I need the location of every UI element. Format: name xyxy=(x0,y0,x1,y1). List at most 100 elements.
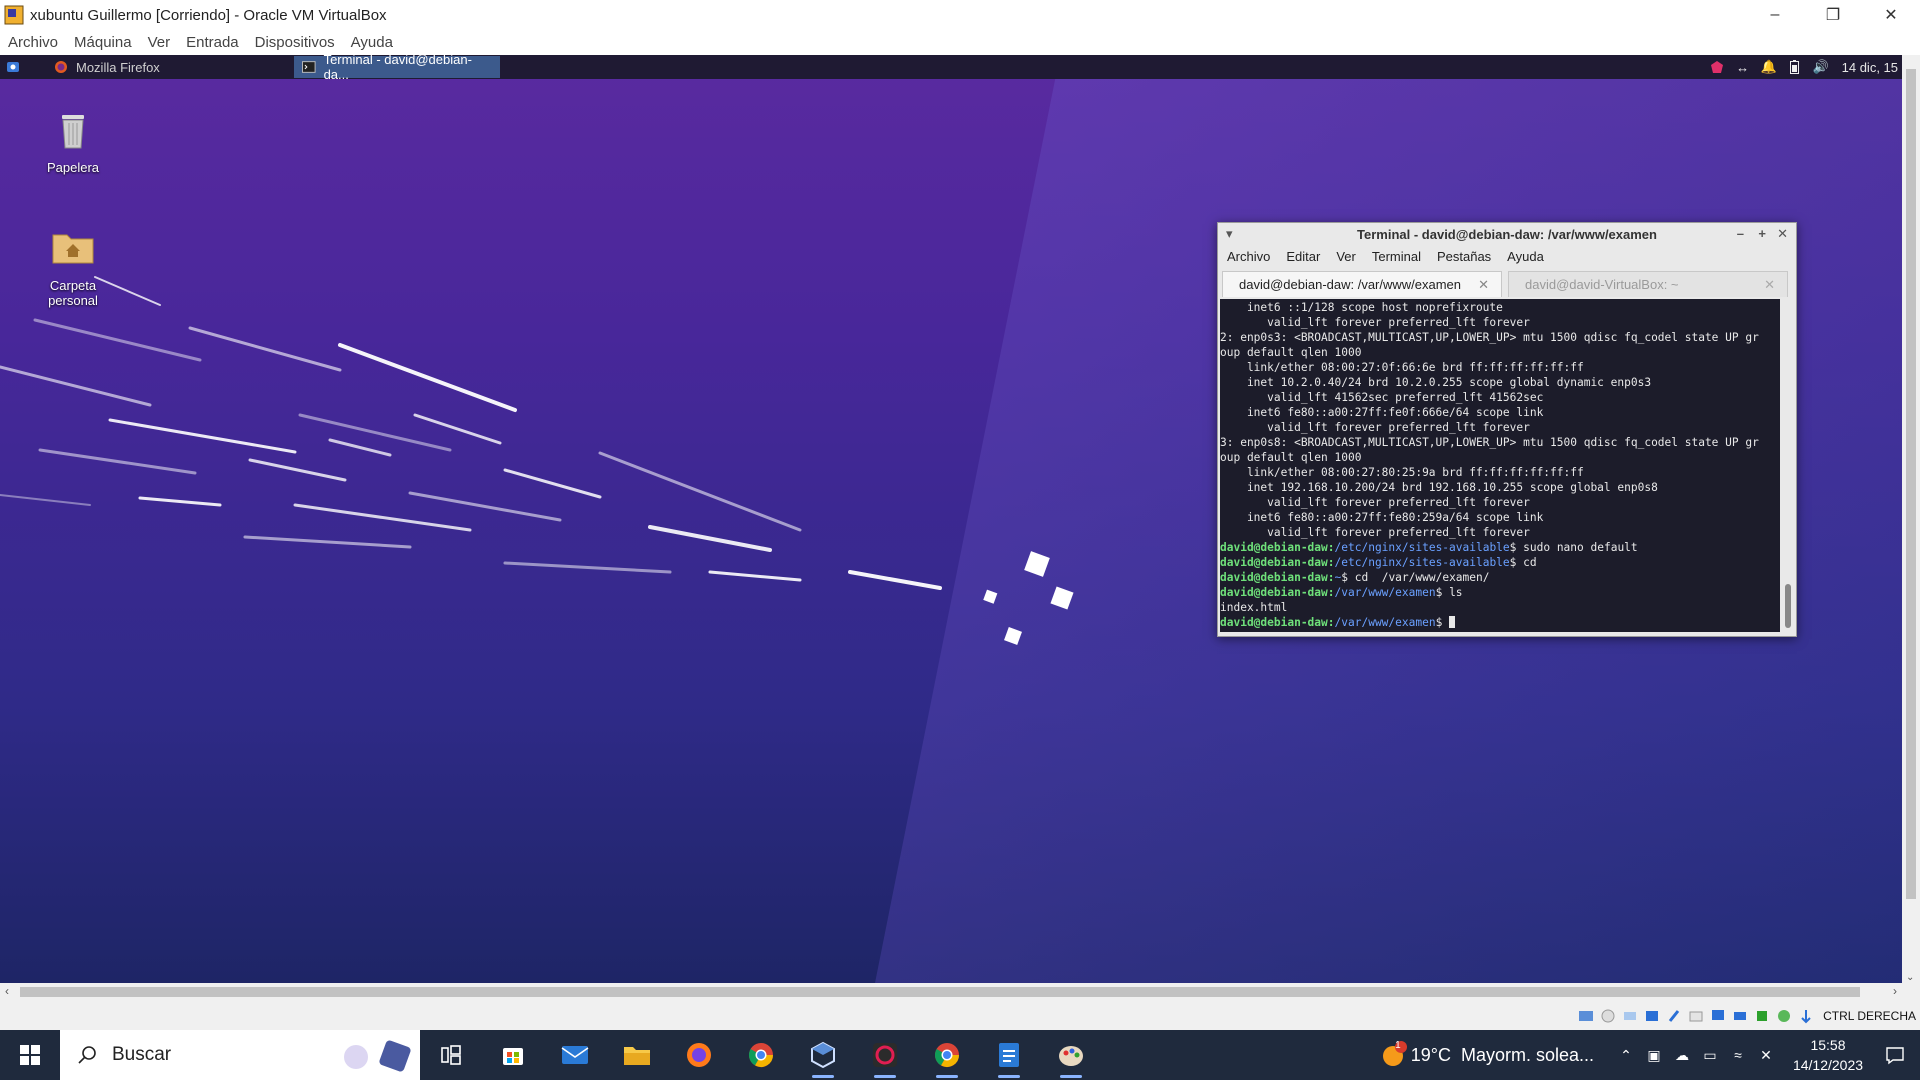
tab-close-icon[interactable]: ✕ xyxy=(1764,277,1775,293)
home-folder-icon xyxy=(52,234,94,264)
vbox-statusbar: CTRL DERECHA xyxy=(0,1001,1920,1030)
command-text: sudo nano default xyxy=(1516,541,1638,554)
terminal-menu-ver[interactable]: Ver xyxy=(1336,249,1356,264)
video-capture-icon[interactable] xyxy=(1731,1007,1749,1025)
terminal-line: david@debian-daw:/etc/nginx/sites-availa… xyxy=(1220,555,1780,570)
desktop-icon-label: Papelera xyxy=(46,160,100,175)
start-button[interactable] xyxy=(0,1030,60,1080)
menu-entrada[interactable]: Entrada xyxy=(186,34,239,51)
vbox-vertical-scrollbar[interactable]: ⌄ xyxy=(1902,55,1920,983)
network-adapter-icon[interactable] xyxy=(1643,1007,1661,1025)
usb-icon[interactable] xyxy=(1665,1007,1683,1025)
tab-label: david@debian-daw: /var/www/examen xyxy=(1239,277,1462,292)
terminal-menu-terminal[interactable]: Terminal xyxy=(1372,249,1421,264)
terminal-window[interactable]: ▾ Terminal - david@debian-daw: /var/www/… xyxy=(1217,222,1797,637)
shared-folders-icon[interactable] xyxy=(1687,1007,1705,1025)
taskbar-app-mail[interactable] xyxy=(544,1030,606,1080)
desktop-icon-home[interactable]: Carpeta personal xyxy=(33,223,113,308)
vertical-scrollbar-thumb[interactable] xyxy=(1906,69,1916,899)
recording-icon[interactable] xyxy=(1775,1007,1793,1025)
terminal-tabbar: david@debian-daw: /var/www/examen ✕ davi… xyxy=(1218,267,1796,297)
panel-task-label: Mozilla Firefox xyxy=(76,59,160,75)
taskbar-app-firefox[interactable] xyxy=(668,1030,730,1080)
scroll-left-arrow-icon[interactable]: ‹ xyxy=(5,984,9,998)
guest-panel-clock[interactable]: 14 dic, 15 xyxy=(1842,60,1898,75)
wifi-icon[interactable]: ≈ xyxy=(1724,1047,1752,1063)
volume-muted-icon[interactable]: ✕ xyxy=(1752,1047,1780,1064)
scroll-down-arrow-icon[interactable]: ⌄ xyxy=(1906,972,1914,983)
terminal-output[interactable]: inet6 ::1/128 scope host noprefixroute v… xyxy=(1220,299,1780,632)
command-text: cd /var/www/examen/ xyxy=(1348,571,1490,584)
optical-drive-icon[interactable] xyxy=(1599,1007,1617,1025)
terminal-close-button[interactable]: ✕ xyxy=(1777,226,1788,242)
terminal-menu-ayuda[interactable]: Ayuda xyxy=(1507,249,1544,264)
taskbar-app-paint[interactable] xyxy=(1040,1030,1102,1080)
paint-palette-icon xyxy=(1059,1046,1083,1066)
minimize-button[interactable]: – xyxy=(1746,0,1804,30)
meet-now-icon[interactable]: ▣ xyxy=(1640,1047,1668,1064)
terminal-line: inet6 fe80::a00:27ff:fe0f:666e/64 scope … xyxy=(1220,405,1780,420)
command-text: ls xyxy=(1442,586,1463,599)
panel-task-terminal[interactable]: Terminal - david@debian-da... xyxy=(294,55,500,82)
terminal-line: david@debian-daw:/var/www/examen$ ls xyxy=(1220,585,1780,600)
firefox-icon xyxy=(687,1043,711,1067)
taskbar-app-debian[interactable] xyxy=(854,1030,916,1080)
debian-swirl-icon xyxy=(873,1043,897,1067)
volume-icon[interactable]: 🔊 xyxy=(1813,59,1829,75)
menu-archivo[interactable]: Archivo xyxy=(8,34,58,51)
terminal-maximize-button[interactable]: + xyxy=(1758,226,1766,241)
vbox-horizontal-scrollbar[interactable]: ‹ › xyxy=(0,983,1920,1001)
terminal-tab-examen[interactable]: david@debian-daw: /var/www/examen ✕ xyxy=(1222,271,1502,297)
terminal-line: inet6 ::1/128 scope host noprefixroute xyxy=(1220,300,1780,315)
terminal-scrollbar[interactable] xyxy=(1782,299,1794,632)
battery-icon[interactable] xyxy=(1787,59,1803,75)
terminal-menu-editar[interactable]: Editar xyxy=(1286,249,1320,264)
mouse-integration-icon[interactable] xyxy=(1797,1007,1815,1025)
task-view-button[interactable] xyxy=(420,1030,482,1080)
horizontal-scrollbar-thumb[interactable] xyxy=(20,987,1860,997)
menu-ver[interactable]: Ver xyxy=(148,34,171,51)
whisker-menu-button[interactable] xyxy=(0,56,26,78)
menu-maquina[interactable]: Máquina xyxy=(74,34,132,51)
cpu-icon[interactable] xyxy=(1753,1007,1771,1025)
chevron-up-icon[interactable]: ⌃ xyxy=(1612,1047,1640,1064)
window-title: xubuntu Guillermo [Corriendo] - Oracle V… xyxy=(30,6,387,24)
terminal-titlebar[interactable]: ▾ Terminal - david@debian-daw: /var/www/… xyxy=(1218,223,1796,245)
notifications-bell-icon[interactable]: 🔔 xyxy=(1761,59,1777,75)
terminal-menu-archivo[interactable]: Archivo xyxy=(1227,249,1270,264)
taskbar-app-chrome[interactable] xyxy=(730,1030,792,1080)
display-icon[interactable] xyxy=(1709,1007,1727,1025)
taskbar-app-docs[interactable] xyxy=(978,1030,1040,1080)
audio-icon[interactable] xyxy=(1621,1007,1639,1025)
scroll-right-arrow-icon[interactable]: › xyxy=(1893,984,1897,998)
virtualbox-icon xyxy=(4,5,24,25)
taskbar-search-box[interactable]: Buscar xyxy=(60,1030,420,1080)
output-text: inet 10.2.0.40/24 brd 10.2.0.255 scope g… xyxy=(1220,376,1652,389)
restore-button[interactable]: ❐ xyxy=(1804,0,1862,30)
taskbar-app-chrome-2[interactable] xyxy=(916,1030,978,1080)
taskbar-app-explorer[interactable] xyxy=(606,1030,668,1080)
terminal-tab-virtualbox[interactable]: david@david-VirtualBox: ~ ✕ xyxy=(1508,271,1788,297)
menu-ayuda[interactable]: Ayuda xyxy=(351,34,393,51)
terminal-menu-pestanas[interactable]: Pestañas xyxy=(1437,249,1491,264)
window-menu-icon[interactable]: ▾ xyxy=(1226,226,1233,242)
notification-center-button[interactable] xyxy=(1870,1045,1920,1065)
terminal-scrollbar-thumb[interactable] xyxy=(1785,584,1791,628)
chrome-icon xyxy=(748,1043,773,1068)
close-button[interactable]: ✕ xyxy=(1862,0,1920,30)
taskbar-app-virtualbox[interactable] xyxy=(792,1030,854,1080)
terminal-minimize-button[interactable]: – xyxy=(1737,226,1744,241)
desktop-icon-trash[interactable]: Papelera xyxy=(33,105,113,175)
taskbar-app-store[interactable] xyxy=(482,1030,544,1080)
taskbar-clock[interactable]: 15:58 14/12/2023 xyxy=(1786,1035,1870,1075)
battery-icon[interactable]: ▭ xyxy=(1696,1047,1724,1064)
onedrive-cloud-icon[interactable]: ☁ xyxy=(1668,1047,1696,1064)
menu-dispositivos[interactable]: Dispositivos xyxy=(255,34,335,51)
weather-widget[interactable]: 1 19°C Mayorm. solea... xyxy=(1379,1040,1594,1070)
hard-disk-icon[interactable] xyxy=(1577,1007,1595,1025)
network-icon[interactable]: ↔ xyxy=(1735,59,1751,75)
tab-close-icon[interactable]: ✕ xyxy=(1478,277,1489,293)
app-indicator-icon[interactable] xyxy=(1709,59,1725,75)
guest-screen[interactable]: Mozilla Firefox Terminal - david@debian-… xyxy=(0,55,1902,983)
panel-task-firefox[interactable]: Mozilla Firefox xyxy=(46,56,262,78)
